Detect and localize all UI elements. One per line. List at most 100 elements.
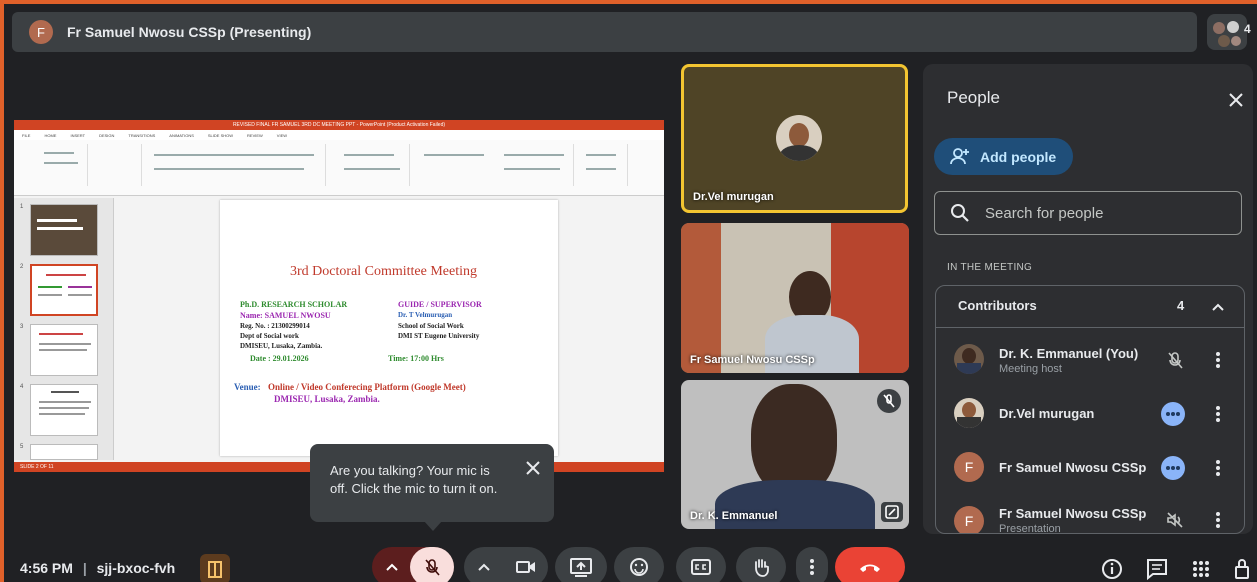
meeting-time: Time: 17:00 Hrs <box>388 354 444 363</box>
info-icon <box>1102 559 1122 579</box>
shared-screen: REVISED FINAL FR SAMUEL 3RD DC MEETING P… <box>14 120 664 472</box>
activity-indicator-icon <box>1161 456 1185 480</box>
mic-toggle-button[interactable] <box>410 547 454 582</box>
video-tile-samuel-nwosu[interactable]: Fr Samuel Nwosu CSSp <box>681 223 909 373</box>
venue-label: Venue: <box>234 382 261 392</box>
slide-thumbnail <box>30 444 98 460</box>
ppt-ribbon <box>14 140 664 196</box>
more-vert-icon <box>810 559 814 575</box>
captions-button[interactable] <box>676 547 726 582</box>
host-controls-button[interactable] <box>200 554 230 582</box>
participant-avatar <box>776 115 822 161</box>
chevron-up-icon <box>1212 303 1224 311</box>
video-tile-k-emmanuel[interactable]: Dr. K. Emmanuel <box>681 380 909 529</box>
ppt-tab: REVIEW <box>247 132 263 138</box>
participant-row[interactable]: F Fr Samuel Nwosu CSSp <box>936 440 1244 494</box>
group-label: Contributors <box>958 298 1037 313</box>
raise-hand-button[interactable] <box>736 547 786 582</box>
participant-name: Fr Samuel Nwosu CSSp <box>999 460 1147 475</box>
slide-thumbnail <box>30 384 98 436</box>
meeting-date: Date : 29.01.2026 <box>250 354 309 363</box>
section-label: IN THE MEETING <box>947 262 1033 273</box>
more-options-icon[interactable] <box>1211 349 1225 371</box>
present-screen-icon <box>570 558 592 577</box>
ppt-tab: SLIDE SHOW <box>207 132 234 138</box>
slide-thumbnail <box>30 324 98 376</box>
raise-hand-icon <box>755 559 769 577</box>
venue-place: DMISEU, Lusaka, Zambia. <box>274 394 380 404</box>
contributors-header[interactable]: Contributors 4 <box>936 286 1244 328</box>
current-slide: 3rd Doctoral Committee Meeting Ph.D. RES… <box>220 200 558 456</box>
search-placeholder: Search for people <box>985 204 1104 222</box>
mic-off-tooltip: Are you talking? Your mic is off. Click … <box>310 444 554 522</box>
slide-title: 3rd Doctoral Committee Meeting <box>290 264 478 279</box>
slide-thumbnail <box>30 264 98 316</box>
host-controls-lock-button[interactable] <box>1232 556 1254 582</box>
tooltip-close-button[interactable] <box>523 458 543 478</box>
meeting-code: sjj-bxoc-fvh <box>96 560 176 576</box>
volume-off-icon <box>1167 512 1183 528</box>
presenter-avatar: F <box>29 20 53 44</box>
venue-value: Online / Video Conferecing Platform (Goo… <box>268 382 466 392</box>
dept: Dept of Social work <box>240 332 299 340</box>
scholar-heading: Ph.D. RESEARCH SCHOLAR <box>240 300 348 309</box>
participant-row[interactable]: F Fr Samuel Nwosu CSSp Presentation <box>936 494 1244 534</box>
apps-grid-icon <box>1193 561 1209 577</box>
participant-count: 4 <box>1244 22 1251 36</box>
participant-name: Dr. K. Emmanuel (You) <box>999 346 1139 361</box>
video-tile-vel-murugan[interactable]: Dr.Vel murugan <box>681 64 908 213</box>
ppt-status-text: SLIDE 2 OF 11 <box>20 464 54 470</box>
participant-row[interactable]: Dr.Vel murugan <box>936 386 1244 440</box>
lock-person-icon <box>1235 559 1249 579</box>
chat-button[interactable] <box>1144 556 1170 582</box>
ppt-tab: ANIMATIONS <box>169 132 194 138</box>
more-options-icon[interactable] <box>1211 403 1225 425</box>
leave-call-button[interactable] <box>835 547 905 582</box>
chevron-up-icon[interactable] <box>476 560 492 574</box>
chevron-up-icon[interactable] <box>384 560 400 574</box>
pin-tile-icon[interactable] <box>881 502 903 522</box>
ppt-slide-thumbnails: 1 2 3 4 5 <box>14 198 114 460</box>
close-icon <box>526 461 540 475</box>
add-people-button[interactable]: Add people <box>934 138 1073 175</box>
thumb-number: 4 <box>20 384 24 390</box>
participant-role: Meeting host <box>999 363 1062 375</box>
tooltip-arrow <box>424 521 442 531</box>
guide-university: DMI ST Eugene University <box>398 332 480 340</box>
more-options-icon[interactable] <box>1211 509 1225 531</box>
people-avatars-icon <box>1213 21 1241 47</box>
more-options-icon[interactable] <box>1211 457 1225 479</box>
separator: | <box>82 560 87 576</box>
search-icon <box>951 204 969 222</box>
more-options-button[interactable] <box>796 547 828 582</box>
participants-thumbnail[interactable] <box>1207 14 1247 50</box>
ppt-tab: DESIGN <box>99 132 115 138</box>
thumb-number: 5 <box>20 444 24 450</box>
present-screen-button[interactable] <box>555 547 607 582</box>
avatar <box>954 344 984 374</box>
camera-toggle-button[interactable] <box>504 547 548 582</box>
emoji-reaction-button[interactable] <box>614 547 664 582</box>
participant-name: Dr.Vel murugan <box>999 406 1095 421</box>
close-icon <box>1229 93 1243 107</box>
contributors-list: Contributors 4 Dr. K. Emmanuel (You) Mee… <box>935 285 1245 534</box>
participant-row[interactable]: Dr. K. Emmanuel (You) Meeting host <box>936 332 1244 386</box>
mic-control <box>372 547 454 582</box>
current-time: 4:56 PM <box>20 560 73 576</box>
mic-off-icon[interactable] <box>1164 349 1186 371</box>
scholar-name: Name: SAMUEL NWOSU <box>240 311 331 320</box>
ppt-title-bar: REVISED FINAL FR SAMUEL 3RD DC MEETING P… <box>14 120 664 130</box>
presenter-title: Fr Samuel Nwosu CSSp (Presenting) <box>67 24 312 40</box>
close-panel-button[interactable] <box>1224 88 1248 118</box>
guide-heading: GUIDE / SUPERVISOR <box>398 300 482 309</box>
ppt-tab: VIEW <box>276 132 288 138</box>
participant-role: Presentation <box>999 523 1061 534</box>
participant-name: Fr Samuel Nwosu CSSp <box>999 506 1147 521</box>
thumb-number: 2 <box>20 264 24 270</box>
search-people-input[interactable]: Search for people <box>934 191 1242 235</box>
emoji-icon <box>630 558 648 576</box>
meeting-details-button[interactable] <box>1099 556 1125 582</box>
add-people-label: Add people <box>980 148 1057 165</box>
activities-button[interactable] <box>1188 556 1214 582</box>
meet-window: F Fr Samuel Nwosu CSSp (Presenting) 4 RE… <box>4 4 1257 582</box>
